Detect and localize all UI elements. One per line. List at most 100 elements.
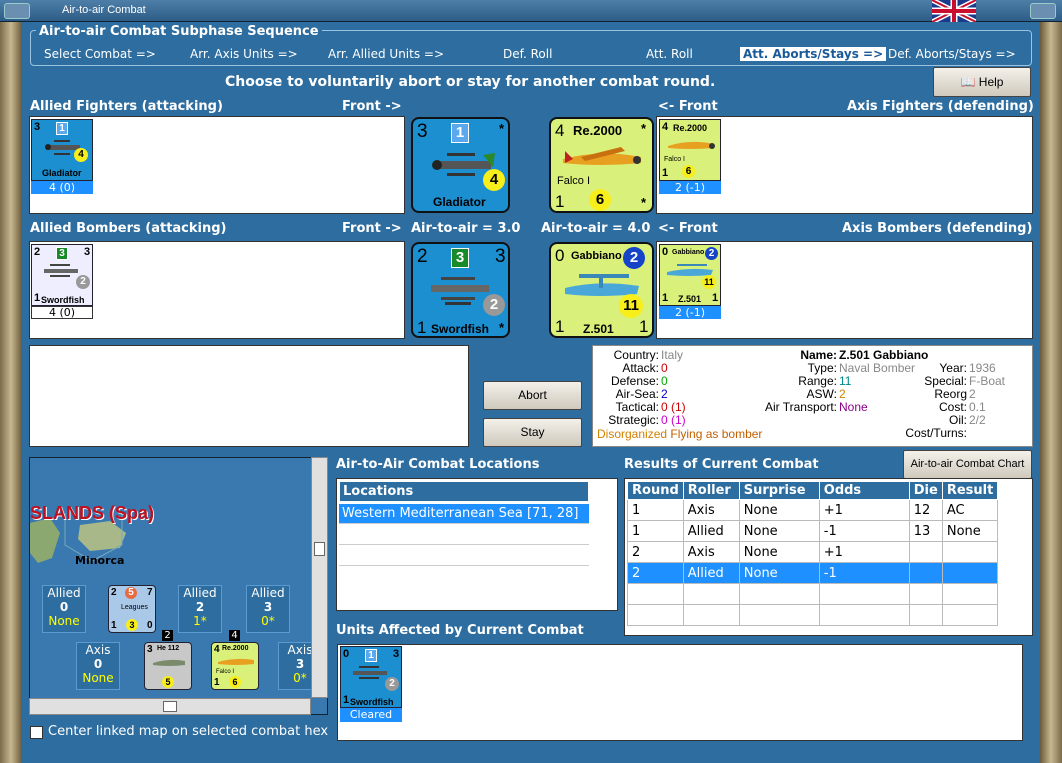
- table-row-empty: [627, 604, 999, 626]
- map-vscroll-thumb[interactable]: [314, 542, 325, 556]
- counter-right: 1: [639, 317, 649, 336]
- gladiator-large-counter[interactable]: 3 1 * 4 Gladiator: [411, 117, 510, 213]
- box-note: 1*: [193, 614, 207, 628]
- locations-col-header: Locations: [339, 481, 589, 502]
- air-to-air-chart-button[interactable]: Air-to-air Combat Chart: [903, 450, 1032, 479]
- map-hscroll-thumb[interactable]: [163, 701, 177, 712]
- counter-defense: 3: [56, 247, 68, 260]
- info-values-right: 1936 F-Boat 2 0.1 2/2: [969, 362, 1005, 427]
- cell: 13: [908, 520, 943, 542]
- help-button[interactable]: 📖 Help: [933, 67, 1031, 97]
- counter-name: Gladiator: [433, 195, 486, 209]
- cell: 2: [627, 541, 684, 563]
- box-side: Allied: [47, 586, 81, 600]
- counter-asterisk: *: [641, 121, 647, 136]
- sequence-title: Air-to-air Combat Subphase Sequence: [36, 24, 322, 39]
- cell: 2: [627, 562, 684, 584]
- status-line: Disorganized Flying as bomber: [597, 428, 762, 441]
- fighter-plane-icon: [153, 659, 185, 666]
- gladiator-small-counter[interactable]: 3 1 4 Gladiator: [31, 119, 93, 181]
- table-row-selected[interactable]: 2 Allied None -1: [627, 562, 999, 584]
- axis-fighters-front: <- Front: [658, 99, 718, 114]
- map-horizontal-scrollbar[interactable]: [29, 698, 311, 715]
- re2000-large-counter[interactable]: 4 Re.2000 * Falco I 1 6 *: [549, 117, 654, 213]
- cell: Allied: [682, 520, 740, 542]
- map-island-label: Minorca: [75, 554, 125, 567]
- stay-button[interactable]: Stay: [483, 418, 582, 447]
- table-row[interactable]: 1 Axis None +1 12 AC: [627, 499, 999, 521]
- center-map-checkbox[interactable]: [30, 726, 43, 739]
- map-unit-re2000[interactable]: 4 Re.2000 Falco I 1 6: [211, 642, 259, 690]
- gabbiano-large-counter[interactable]: 0 Gabbiano 2 11 1 Z.501 1: [549, 242, 654, 338]
- cell: [908, 541, 943, 563]
- counter-name: Z.501: [583, 322, 614, 336]
- table-row[interactable]: 2 Axis None +1: [627, 541, 999, 563]
- counter-attack: 3: [34, 121, 41, 133]
- map-unit-he112[interactable]: 3 He 112 5: [144, 642, 192, 690]
- help-book-icon: 📖: [960, 75, 976, 89]
- map-vertical-scrollbar[interactable]: [311, 457, 328, 698]
- counter-range: 1: [555, 317, 565, 336]
- allied-fighters-front: Front ->: [342, 99, 402, 114]
- table-row[interactable]: 1 Allied None -1 13 None: [627, 520, 999, 542]
- affected-swordfish-counter[interactable]: 0 1 3 2 1 Swordfish: [340, 646, 402, 708]
- counter-defense: 1: [365, 649, 377, 662]
- map-box-allied-2[interactable]: Allied 2 1*: [178, 585, 222, 633]
- info-labels-right: Year: Special: Reorg Cost: Oil: Cost/Tur…: [905, 362, 967, 440]
- abort-button[interactable]: Abort: [483, 381, 582, 410]
- gabbiano-status: 2 (-1): [659, 306, 721, 319]
- swordfish-large-counter[interactable]: 2 3 3 2 1 Swordfish *: [411, 242, 510, 338]
- window-titlebar[interactable]: Air-to-air Combat: [0, 0, 1062, 22]
- unit-a: 4: [214, 644, 220, 655]
- location-empty-row: [339, 523, 589, 544]
- counter-attack: 2: [417, 246, 428, 267]
- stack-count-badge: 2: [162, 630, 173, 641]
- affected-status: Cleared: [340, 708, 402, 722]
- counter-range: 1: [343, 694, 350, 706]
- counter-sub: Falco I: [664, 156, 686, 163]
- table-row-empty: [627, 583, 999, 605]
- map-box-allied-1[interactable]: Allied 0 None: [42, 585, 86, 633]
- map-box-axis-1[interactable]: Axis 0 None: [76, 642, 120, 690]
- linked-map[interactable]: SLANDS (Spa) Minorca Allied 0 None Allie…: [29, 457, 328, 715]
- counter-attack: 0: [343, 648, 350, 660]
- counter-range: 1: [662, 167, 669, 179]
- allied-air-to-air: Air-to-air = 3.0: [411, 221, 521, 236]
- counter-range: 1: [34, 292, 41, 304]
- map-box-allied-3[interactable]: Allied 3 0*: [246, 585, 290, 633]
- location-row[interactable]: Western Mediterranean Sea [71, 28]: [339, 504, 589, 523]
- frame-right: [1040, 22, 1062, 763]
- counter-name: Swordfish: [350, 697, 394, 707]
- counter-right: 3: [84, 246, 91, 258]
- counter-right: 3: [495, 246, 506, 267]
- affected-panel[interactable]: [337, 644, 1023, 741]
- seq-step-arr-allied: Arr. Allied Units =>: [328, 47, 445, 61]
- counter-move: 11: [619, 294, 643, 318]
- fighter-plane-icon: [668, 141, 715, 149]
- counter-attack: 4: [662, 121, 669, 133]
- airtransport-label: Air Transport:: [764, 400, 837, 414]
- info-values-left: Italy 0 0 2 0 (1) 0 (1): [661, 349, 686, 427]
- center-map-label: Center linked map on selected combat hex: [48, 724, 329, 739]
- system-menu-button[interactable]: [4, 3, 30, 19]
- col-roller: Roller: [682, 481, 740, 500]
- map-unit-leagues[interactable]: 2 5 7 Leagues 1 3 0: [108, 585, 156, 633]
- swordfish-small-counter[interactable]: 2 3 3 2 1 Swordfish: [31, 244, 93, 306]
- counter-range: 1: [662, 292, 669, 304]
- gabbiano-small-counter[interactable]: 0 Gabbiano 2 11 1 Z.501 1: [659, 244, 721, 306]
- counter-attack: 3: [417, 121, 428, 142]
- stack-count-badge: 4: [229, 630, 240, 641]
- results-header: Results of Current Combat: [624, 457, 819, 472]
- cell: None: [738, 541, 820, 563]
- counter-move: 4: [74, 148, 88, 162]
- close-window-button[interactable]: [1030, 3, 1056, 19]
- axis-air-to-air: Air-to-air = 4.0: [541, 221, 651, 236]
- reorg-label: Reorg Cost:: [934, 387, 967, 414]
- unit-c: 7: [147, 587, 153, 598]
- seq-step-def-aborts: Def. Aborts/Stays =>: [888, 47, 1016, 61]
- re2000-small-counter[interactable]: 4 Re.2000 Falco I 1 6: [659, 119, 721, 181]
- counter-title: Gabbiano: [571, 250, 622, 262]
- counter-move: 2: [483, 294, 505, 316]
- counter-defense: 2: [705, 247, 718, 260]
- locations-list[interactable]: Locations Western Mediterranean Sea [71,…: [336, 478, 618, 611]
